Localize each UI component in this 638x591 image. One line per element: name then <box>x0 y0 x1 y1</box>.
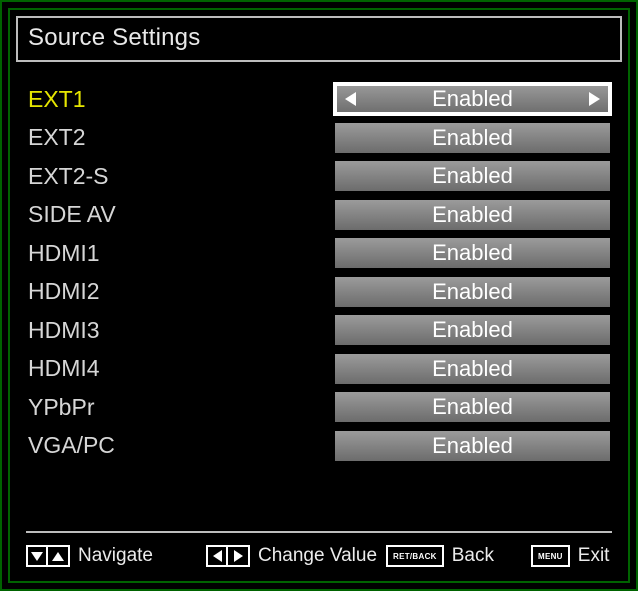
source-value-selector[interactable]: Enabled <box>335 161 610 191</box>
source-row[interactable]: EXT2-SEnabled <box>28 158 610 194</box>
source-label: HDMI1 <box>28 240 335 267</box>
source-label: YPbPr <box>28 394 335 421</box>
source-label: EXT2-S <box>28 163 335 190</box>
source-row[interactable]: HDMI3Enabled <box>28 312 610 348</box>
source-value-selector[interactable]: Enabled <box>335 200 610 230</box>
source-value: Enabled <box>335 315 610 345</box>
source-value: Enabled <box>335 277 610 307</box>
source-value: Enabled <box>335 123 610 153</box>
source-value-selector[interactable]: Enabled <box>335 238 610 268</box>
source-label: EXT1 <box>28 86 335 113</box>
source-label: HDMI2 <box>28 278 335 305</box>
source-list: EXT1EnabledEXT2EnabledEXT2-SEnabledSIDE … <box>16 62 622 464</box>
source-value: Enabled <box>335 431 610 461</box>
chevron-right-icon[interactable] <box>589 92 600 106</box>
source-value-selector[interactable]: Enabled <box>335 277 610 307</box>
source-value-selector[interactable]: Enabled <box>335 84 610 114</box>
source-row[interactable]: HDMI2Enabled <box>28 274 610 310</box>
hint-navigate-label: Navigate <box>78 545 153 567</box>
left-right-keys-icon <box>206 545 250 567</box>
source-label: EXT2 <box>28 124 335 151</box>
hint-navigate: Navigate <box>26 545 206 567</box>
menu-key-icon: MENU <box>531 545 570 567</box>
source-label: VGA/PC <box>28 432 335 459</box>
hint-back: RET/BACK Back <box>386 545 531 567</box>
chevron-left-icon[interactable] <box>345 92 356 106</box>
source-value-selector[interactable]: Enabled <box>335 123 610 153</box>
source-row[interactable]: YPbPrEnabled <box>28 389 610 425</box>
footer: Navigate Change Value RET/BACK Back MENU… <box>26 531 612 567</box>
source-label: HDMI4 <box>28 355 335 382</box>
tv-osd-window: Source Settings EXT1EnabledEXT2EnabledEX… <box>0 0 638 591</box>
source-label: SIDE AV <box>28 201 335 228</box>
hint-exit: MENU Exit <box>531 545 612 567</box>
hint-exit-label: Exit <box>578 545 610 567</box>
hint-back-label: Back <box>452 545 494 567</box>
source-value-selector[interactable]: Enabled <box>335 354 610 384</box>
source-value: Enabled <box>335 354 610 384</box>
source-row[interactable]: EXT1Enabled <box>28 81 610 117</box>
source-row[interactable]: HDMI1Enabled <box>28 235 610 271</box>
hint-change-value: Change Value <box>206 545 386 567</box>
source-row[interactable]: EXT2Enabled <box>28 120 610 156</box>
tv-osd-inner: Source Settings EXT1EnabledEXT2EnabledEX… <box>8 8 630 583</box>
ret-back-key-icon: RET/BACK <box>386 545 444 567</box>
up-down-keys-icon <box>26 545 70 567</box>
source-row[interactable]: SIDE AVEnabled <box>28 197 610 233</box>
source-value: Enabled <box>335 161 610 191</box>
hint-change-value-label: Change Value <box>258 545 377 567</box>
source-value: Enabled <box>335 200 610 230</box>
source-row[interactable]: HDMI4Enabled <box>28 351 610 387</box>
source-value: Enabled <box>335 392 610 422</box>
source-value-selector[interactable]: Enabled <box>335 392 610 422</box>
source-value: Enabled <box>335 238 610 268</box>
source-value: Enabled <box>335 84 610 114</box>
source-row[interactable]: VGA/PCEnabled <box>28 428 610 464</box>
source-value-selector[interactable]: Enabled <box>335 315 610 345</box>
page-title: Source Settings <box>16 16 622 62</box>
source-value-selector[interactable]: Enabled <box>335 431 610 461</box>
source-label: HDMI3 <box>28 317 335 344</box>
footer-divider <box>26 531 612 533</box>
footer-hints: Navigate Change Value RET/BACK Back MENU… <box>26 545 612 567</box>
